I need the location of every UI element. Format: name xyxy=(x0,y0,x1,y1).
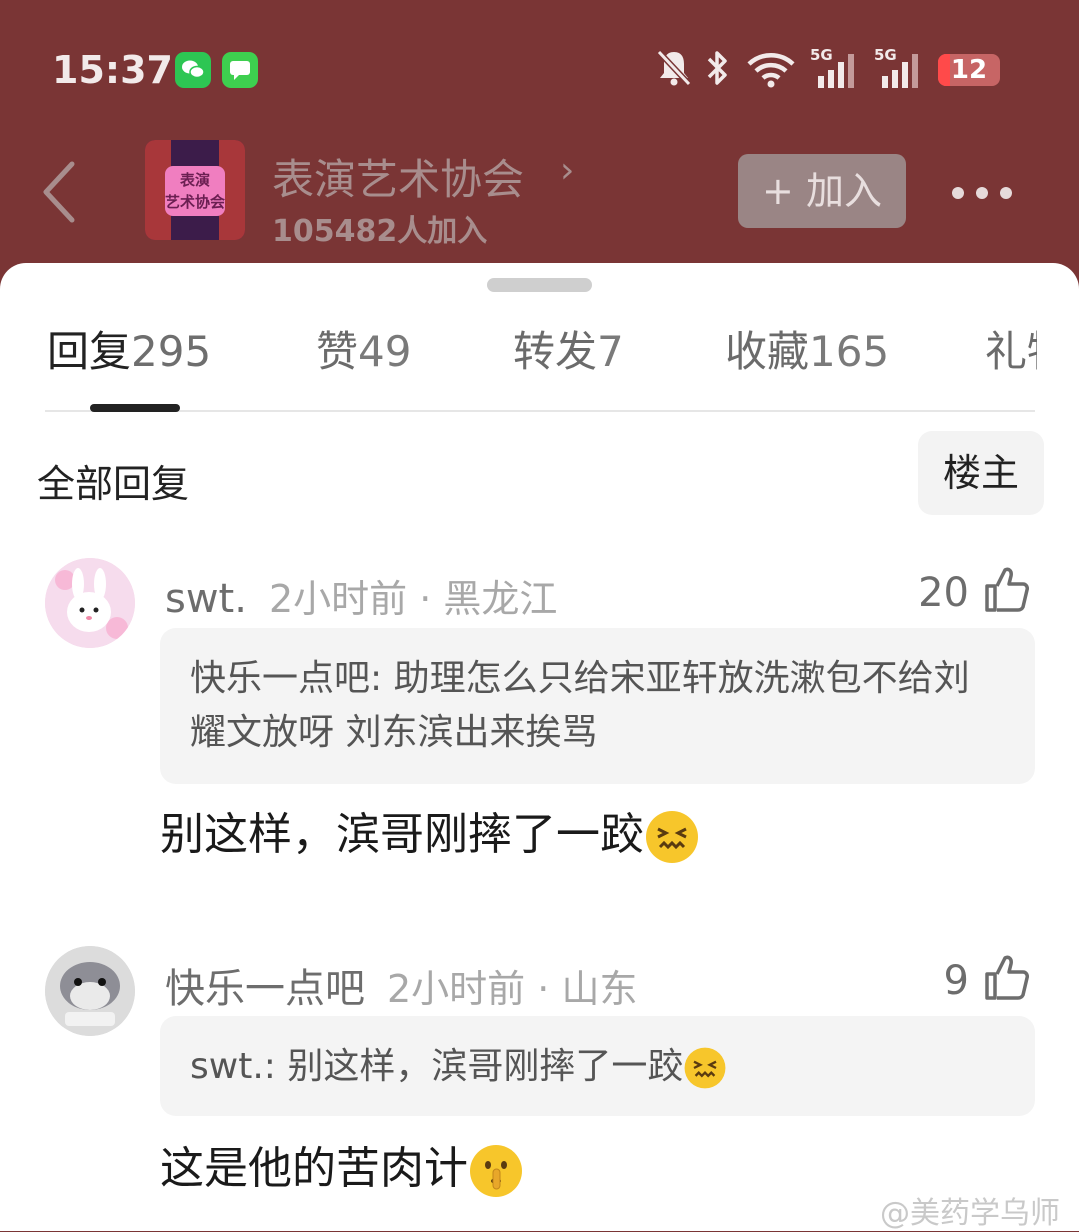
chevron-right-icon: › xyxy=(560,150,575,191)
owner-only-button[interactable]: 楼主 xyxy=(918,431,1044,515)
status-time: 15:37 xyxy=(52,48,173,92)
mute-icon xyxy=(656,49,692,87)
tab-indicator xyxy=(90,404,180,412)
grimace-emoji-icon xyxy=(646,811,698,863)
tab-label: 礼物 xyxy=(985,327,1037,376)
back-icon[interactable] xyxy=(40,160,80,224)
username-text: swt. xyxy=(165,576,247,622)
tab-label: 收藏 xyxy=(725,327,810,376)
battery-icon: 12 xyxy=(938,54,1000,86)
signal-icon-2: 5G xyxy=(872,46,922,90)
tab-count: 49 xyxy=(358,327,412,376)
group-avatar[interactable]: 表演 艺术协会 xyxy=(145,140,245,240)
tab-divider xyxy=(45,410,1035,412)
status-bar: 15:37 5G 5G 12 xyxy=(0,0,1079,130)
tab-replies[interactable]: 回复295 xyxy=(47,318,211,379)
tab-bar: 回复295 赞49 转发7 收藏165 礼物 xyxy=(0,318,1079,378)
group-header: 表演 艺术协会 表演艺术协会 › 105482人加入 + 加入 xyxy=(0,130,1079,260)
tab-count: 295 xyxy=(131,327,212,376)
message-icon xyxy=(222,52,258,88)
group-name[interactable]: 表演艺术协会 xyxy=(272,146,524,207)
drag-handle[interactable] xyxy=(487,278,592,292)
comment-meta: 2小时前 · 黑龙江 xyxy=(268,577,558,621)
tab-reposts[interactable]: 转发7 xyxy=(513,318,624,379)
tab-favorites[interactable]: 收藏165 xyxy=(725,318,889,379)
comment-time: 2小时前 xyxy=(268,577,408,621)
grimace-emoji-icon xyxy=(684,1047,726,1089)
comment-meta: 2小时前 · 山东 xyxy=(387,967,638,1011)
comment-text-content: 这是他的苦肉计 xyxy=(160,1143,468,1194)
group-avatar-text-2: 艺术协会 xyxy=(165,193,226,211)
like-count: 9 xyxy=(943,958,969,1004)
quoted-reply[interactable]: 快乐一点吧: 助理怎么只给宋亚轩放洗漱包不给刘耀文放呀 刘东滨出来挨骂 xyxy=(160,628,1035,784)
join-button[interactable]: + 加入 xyxy=(738,154,906,228)
comment-time: 2小时前 xyxy=(387,967,526,1011)
comment-username[interactable]: swt. 2小时前 · 黑龙江 xyxy=(165,568,557,623)
comment-username[interactable]: 快乐一点吧 2小时前 · 山东 xyxy=(165,956,637,1014)
more-icon[interactable] xyxy=(952,184,1024,203)
comment-location: 山东 xyxy=(561,967,638,1011)
tab-label: 回复 xyxy=(47,327,132,376)
signal-icon: 5G xyxy=(808,46,858,90)
group-avatar-text-1: 表演 xyxy=(179,171,210,189)
comment-text-content: 别这样，滨哥刚摔了一跤 xyxy=(160,809,644,860)
tab-count: 7 xyxy=(597,327,624,376)
thumbs-up-icon xyxy=(985,567,1029,612)
tab-count: 165 xyxy=(809,327,890,376)
bluetooth-icon xyxy=(707,51,727,85)
member-count: 105482人加入 xyxy=(272,214,488,249)
replies-sheet: 回复295 赞49 转发7 收藏165 礼物 全部回复 楼主 swt. 2小时前 … xyxy=(0,263,1079,1231)
quoted-reply-text: swt.: 别这样，滨哥刚摔了一跤 xyxy=(190,1046,684,1087)
shushing-emoji-icon xyxy=(470,1145,522,1197)
tab-label: 转发 xyxy=(513,327,598,376)
thumbs-up-icon xyxy=(985,955,1029,1000)
avatar[interactable] xyxy=(45,946,135,1036)
all-replies-label[interactable]: 全部回复 xyxy=(37,453,189,508)
tab-label: 赞 xyxy=(316,327,359,376)
comment-text[interactable]: 这是他的苦肉计 xyxy=(160,1132,524,1199)
comment-location: 黑龙江 xyxy=(443,577,558,621)
battery-level: 12 xyxy=(950,55,988,85)
like-count: 20 xyxy=(918,570,969,616)
like-button[interactable]: 20 xyxy=(918,564,1029,616)
tab-gifts[interactable]: 礼物 xyxy=(985,318,1037,379)
quoted-reply[interactable]: swt.: 别这样，滨哥刚摔了一跤 xyxy=(160,1016,1035,1116)
wifi-icon xyxy=(747,53,795,88)
comment-text[interactable]: 别这样，滨哥刚摔了一跤 xyxy=(160,798,700,865)
watermark: @美药学乌师 xyxy=(880,1196,1060,1231)
like-button[interactable]: 9 xyxy=(944,952,1029,1004)
username-text: 快乐一点吧 xyxy=(165,966,365,1012)
wechat-icon xyxy=(175,52,211,88)
tab-likes[interactable]: 赞49 xyxy=(316,318,411,379)
avatar[interactable] xyxy=(45,558,135,648)
